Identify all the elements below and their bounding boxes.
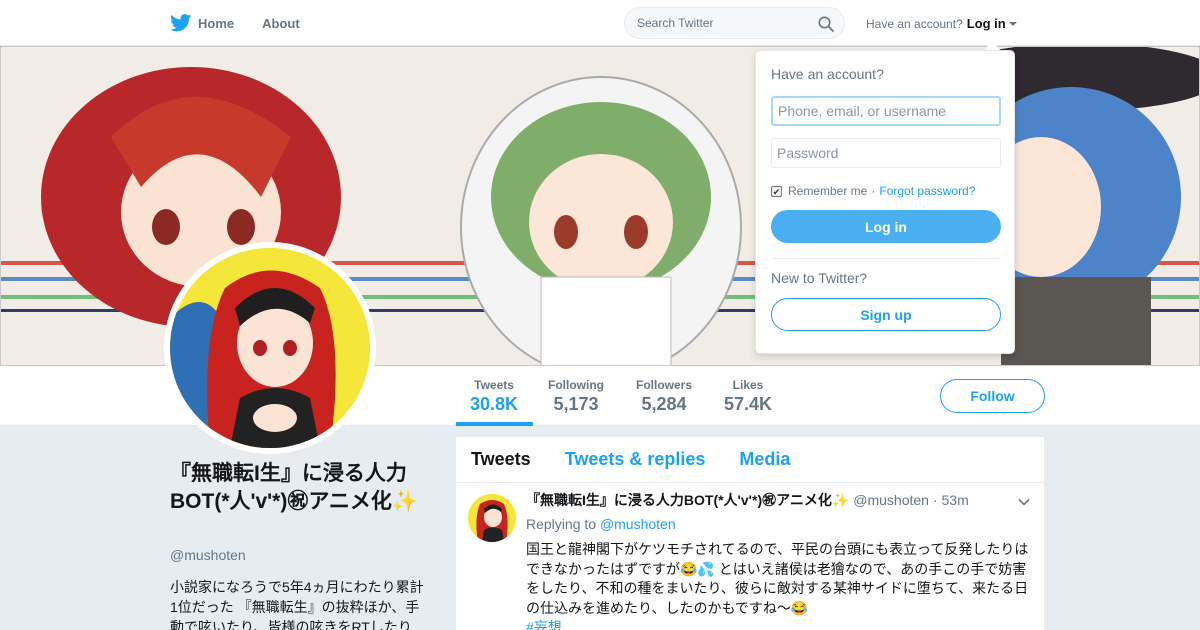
tweet-hashtag[interactable]: #妄想 (526, 619, 562, 630)
stat-followers[interactable]: Followers 5,284 (636, 378, 692, 415)
search-input[interactable]: Search Twitter (624, 7, 845, 39)
replying-to-prefix: Replying to (526, 516, 597, 532)
stat-label: Followers (636, 378, 693, 392)
replying-to: Replying to @mushoten (526, 516, 676, 532)
tweet-author-handle[interactable]: @mushoten (853, 492, 929, 508)
separator-dot: · (871, 184, 876, 198)
stat-following[interactable]: Following 5,173 (548, 378, 604, 415)
stat-likes[interactable]: Likes 57.4K (724, 378, 772, 415)
new-to-twitter-text: New to Twitter? (771, 270, 868, 286)
tab-media[interactable]: Media (739, 449, 790, 470)
replying-to-link[interactable]: @mushoten (600, 516, 676, 532)
divider (771, 258, 1001, 259)
tweet-body: 国王と龍神閣下がケツモチされてるので、平民の台頭にも表立って反発したりはできなか… (526, 541, 1029, 616)
stat-label: Likes (732, 378, 764, 392)
stat-tweets[interactable]: Tweets 30.8K (470, 378, 518, 415)
tweet-avatar[interactable] (468, 494, 516, 542)
remember-label[interactable]: Remember me (788, 184, 867, 198)
password-field[interactable]: Password (771, 138, 1001, 168)
tweet[interactable]: 『無職転I生』に浸る人力BOT(*人'v'*)㊗アニメ化✨ @mushoten … (456, 484, 1044, 630)
tab-tweets-replies[interactable]: Tweets & replies (565, 449, 706, 470)
tweet-avatar-illustration (468, 494, 516, 542)
timeline: Tweets Tweets & replies Media 『無職転I生』に浸る… (456, 437, 1044, 630)
login-button[interactable]: Log in (771, 210, 1001, 243)
avatar-illustration (170, 248, 370, 448)
stat-value: 30.8K (470, 394, 519, 414)
timeline-tabs: Tweets Tweets & replies Media (456, 437, 1044, 483)
follow-button[interactable]: Follow (940, 379, 1045, 413)
tweet-timestamp[interactable]: · 53m (933, 492, 969, 508)
nav-home-label: Home (198, 15, 235, 31)
stat-value: 5,284 (641, 394, 687, 414)
nav-about-label: About (262, 15, 300, 31)
stat-label: Following (548, 378, 604, 392)
active-tab-indicator (456, 422, 533, 426)
forgot-password-link[interactable]: Forgot password? (879, 184, 975, 198)
tweet-header: 『無職転I生』に浸る人力BOT(*人'v'*)㊗アニメ化✨ @mushoten … (526, 490, 969, 510)
profile-bio: 小説家になろうで5年4ヵ月にわたり累計1位だった 『無職転生』の抜粋ほか、手動で… (170, 579, 424, 630)
remember-checkbox[interactable]: ✔ (771, 185, 782, 197)
stat-value: 57.4K (724, 394, 773, 414)
dropdown-arrow (984, 42, 1000, 50)
avatar[interactable] (164, 242, 376, 454)
avatar-image (170, 248, 370, 448)
login-dropdown: Have an account? Phone, email, or userna… (755, 50, 1015, 354)
stat-label: Tweets (474, 378, 514, 392)
nav-left: Home About (170, 0, 328, 46)
caret-down-icon (1008, 21, 1017, 26)
profile-name: 『無職転I生』に浸る人力BOT(*人'v'*)㊗アニメ化✨ (170, 462, 419, 513)
username-field[interactable]: Phone, email, or username (771, 96, 1001, 126)
stat-value: 5,173 (553, 394, 599, 414)
dropdown-title: Have an account? (771, 66, 884, 82)
login-dropdown-toggle[interactable]: Have an account? Log in (866, 16, 1017, 31)
tweet-text: 国王と龍神閣下がケツモチされてるので、平民の台頭にも表立って反発したりはできなか… (526, 540, 1036, 630)
search-placeholder: Search Twitter (637, 16, 714, 30)
tab-tweets[interactable]: Tweets (471, 449, 531, 470)
search-icon[interactable] (818, 16, 834, 32)
profile-handle: @mushoten (170, 547, 246, 563)
chevron-down-icon[interactable] (1018, 496, 1030, 508)
top-nav: Home About Search Twitter Have an accoun… (0, 0, 1200, 46)
tweet-author-name[interactable]: 『無職転I生』に浸る人力BOT(*人'v'*)㊗アニメ化✨ (526, 490, 849, 510)
login-toggle-label: Log in (966, 16, 1006, 31)
nav-home[interactable]: Home (170, 14, 234, 32)
remember-row: ✔ Remember me · Forgot password? (771, 184, 999, 198)
signup-button[interactable]: Sign up (771, 298, 1001, 331)
password-placeholder: Password (777, 145, 839, 161)
twitter-bird-icon (170, 14, 192, 32)
have-account-text: Have an account? (866, 16, 963, 31)
username-placeholder: Phone, email, or username (778, 103, 947, 119)
nav-about[interactable]: About (262, 16, 300, 31)
